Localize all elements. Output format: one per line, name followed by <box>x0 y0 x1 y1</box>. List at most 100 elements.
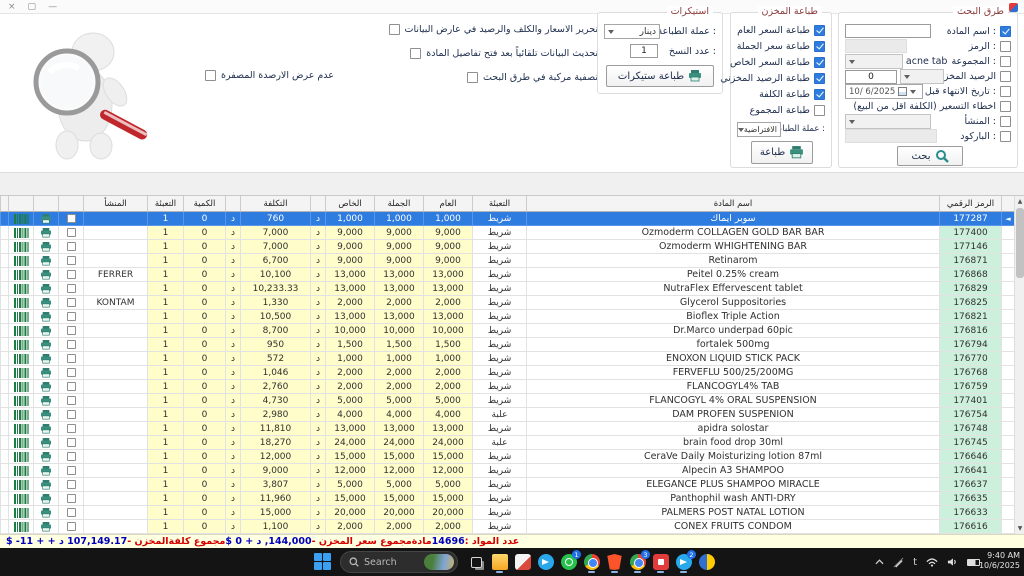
table-row[interactable]: 10د11,960د15,00015,00015,000شريطPanthoph… <box>0 492 1014 506</box>
print-row-icon[interactable] <box>33 296 58 310</box>
print-option[interactable]: طباعة المجموع <box>735 103 825 117</box>
volume-icon[interactable] <box>947 557 958 567</box>
row-checkbox[interactable] <box>67 340 76 349</box>
barcode-icon[interactable] <box>8 254 33 268</box>
barcode-icon[interactable] <box>8 310 33 324</box>
print-currency-select[interactable]: الافتراضية <box>737 122 781 137</box>
table-row[interactable]: 10د12,000د15,00015,00015,000شريطCeraVe D… <box>0 450 1014 464</box>
column-header-name[interactable]: اسم المادة <box>526 196 939 212</box>
print-option-checkbox[interactable] <box>814 57 825 68</box>
search-field-input[interactable] <box>845 24 931 38</box>
table-row[interactable]: 10د3,807د5,0005,0005,000شريطELEGANCE PLU… <box>0 478 1014 492</box>
barcode-icon[interactable] <box>8 226 33 240</box>
stock-balance-input[interactable]: 0 <box>845 70 897 84</box>
row-checkbox[interactable] <box>67 438 76 447</box>
row-checkbox[interactable] <box>67 242 76 251</box>
print-row-icon[interactable] <box>33 380 58 394</box>
barcode-icon[interactable] <box>8 520 33 534</box>
row-checkbox[interactable] <box>67 354 76 363</box>
column-header-pack[interactable]: التعبئة <box>472 196 526 212</box>
column-header-fill[interactable]: التعبئة <box>147 196 183 212</box>
print-row-icon[interactable] <box>33 226 58 240</box>
barcode-icon[interactable] <box>8 380 33 394</box>
table-row[interactable]: 10د8,700د10,00010,00010,000شريطDr.Marco … <box>0 324 1014 338</box>
display-option-checkbox[interactable] <box>467 72 478 83</box>
pen-icon[interactable] <box>893 557 904 568</box>
row-checkbox[interactable] <box>67 424 76 433</box>
taskbar-icon-chrome-2[interactable]: 3 <box>629 551 646 573</box>
print-option-checkbox[interactable] <box>814 105 825 116</box>
table-row[interactable]: 10د2,980د4,0004,0004,000علبةDAM PROFEN S… <box>0 408 1014 422</box>
row-checkbox[interactable] <box>67 396 76 405</box>
print-row-icon[interactable] <box>33 324 58 338</box>
barcode-icon[interactable] <box>8 212 33 226</box>
print-option[interactable]: طباعة سعر الجملة <box>735 39 825 53</box>
table-row[interactable]: 10د18,270د24,00024,00024,000علبةbrain fo… <box>0 436 1014 450</box>
barcode-icon[interactable] <box>8 296 33 310</box>
minimize-icon[interactable]: — <box>48 2 57 12</box>
barcode-icon[interactable] <box>8 506 33 520</box>
print-stickers-button[interactable]: طباعة ستيكرات <box>606 65 714 87</box>
barcode-icon[interactable] <box>8 408 33 422</box>
barcode-icon[interactable] <box>8 324 33 338</box>
barcode-icon[interactable] <box>8 478 33 492</box>
print-row-icon[interactable] <box>33 408 58 422</box>
row-checkbox[interactable] <box>67 228 76 237</box>
print-option[interactable]: طباعة الرصيد المخزني <box>735 71 825 85</box>
table-row[interactable]: 10د6,700د9,0009,0009,000شريطRetinarom176… <box>0 254 1014 268</box>
column-header-whole[interactable]: الجملة <box>374 196 423 212</box>
hide-zero-balances-checkbox[interactable] <box>205 70 216 81</box>
taskbar-icon-yandex[interactable] <box>698 551 715 573</box>
table-row[interactable]: 10د572د1,0001,0001,000شريطENOXON LIQUID … <box>0 352 1014 366</box>
row-checkbox[interactable] <box>67 480 76 489</box>
column-header-cur1[interactable] <box>225 196 240 212</box>
table-row[interactable]: 10د4,730د5,0005,0005,000شريطFLANCOGYL 4%… <box>0 394 1014 408</box>
table-row[interactable]: KONTAM10د1,330د2,0002,0002,000شريطGlycer… <box>0 296 1014 310</box>
print-row-icon[interactable] <box>33 436 58 450</box>
print-row-icon[interactable] <box>33 352 58 366</box>
search-field-checkbox[interactable] <box>1000 71 1011 82</box>
print-option-checkbox[interactable] <box>814 41 825 52</box>
search-field-input[interactable] <box>845 39 907 53</box>
restore-icon[interactable]: ▢ <box>28 2 37 12</box>
barcode-icon[interactable] <box>8 282 33 296</box>
row-checkbox[interactable] <box>67 298 76 307</box>
print-option-checkbox[interactable] <box>814 89 825 100</box>
display-option[interactable]: تحرير الاسعار والكلف والرصيد في عارض الب… <box>420 24 598 35</box>
table-scrollbar[interactable]: ▲ ▼ <box>1014 196 1024 534</box>
table-row[interactable]: 10د7,000د9,0009,0009,000شريطOzmoderm COL… <box>0 226 1014 240</box>
print-option[interactable]: طباعة السعر العام <box>735 23 825 37</box>
taskbar-icon-whatsapp[interactable]: 1 <box>560 551 577 573</box>
column-header-print[interactable] <box>33 196 58 212</box>
taskbar-icon-file-explorer[interactable] <box>491 551 508 573</box>
taskbar-icon-editor-app[interactable] <box>514 551 531 573</box>
column-header-special[interactable]: الخاص <box>325 196 374 212</box>
print-row-icon[interactable] <box>33 450 58 464</box>
sticker-currency-select[interactable]: دينار <box>604 24 660 39</box>
barcode-icon[interactable] <box>8 268 33 282</box>
barcode-icon[interactable] <box>8 338 33 352</box>
table-row[interactable]: 10د11,810د13,00013,00013,000شريطapidra s… <box>0 422 1014 436</box>
column-header-cur2[interactable] <box>310 196 325 212</box>
table-row[interactable]: 10د950د1,5001,5001,500شريطfortalek 500mg… <box>0 338 1014 352</box>
taskbar-icon-red-app[interactable] <box>652 551 669 573</box>
table-row[interactable]: 10د10,500د13,00013,00013,000شريطBioflex … <box>0 310 1014 324</box>
hide-zero-balances-option[interactable]: عدم عرض الارصدة المصفرة <box>205 70 334 81</box>
barcode-icon[interactable] <box>8 394 33 408</box>
print-option[interactable]: طباعة السعر الخاص <box>735 55 825 69</box>
search-field-checkbox[interactable] <box>1000 86 1011 97</box>
print-row-icon[interactable] <box>33 492 58 506</box>
column-header-barcode[interactable] <box>8 196 33 212</box>
barcode-icon[interactable] <box>8 352 33 366</box>
search-field-select[interactable] <box>845 114 931 129</box>
row-checkbox[interactable] <box>67 270 76 279</box>
row-checkbox[interactable] <box>67 452 76 461</box>
row-checkbox[interactable] <box>67 368 76 377</box>
row-checkbox[interactable] <box>67 326 76 335</box>
search-field-select[interactable] <box>845 54 903 69</box>
column-header-cost[interactable]: التكلفة <box>240 196 310 212</box>
display-option-checkbox[interactable] <box>389 24 400 35</box>
print-row-icon[interactable] <box>33 254 58 268</box>
search-field-checkbox[interactable] <box>1000 131 1011 142</box>
print-row-icon[interactable] <box>33 282 58 296</box>
